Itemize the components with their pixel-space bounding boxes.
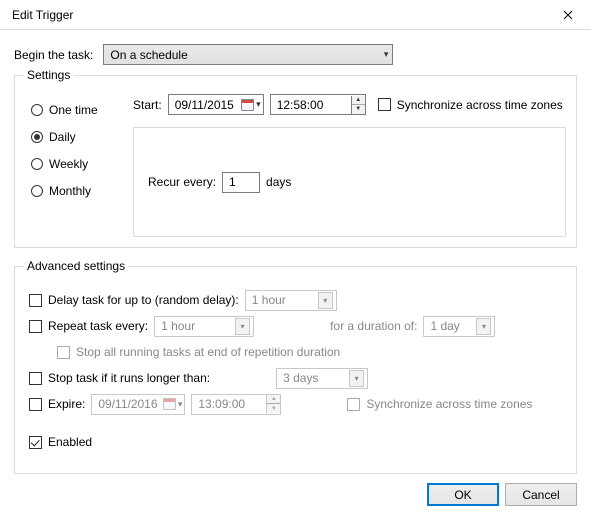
radio-daily[interactable]: Daily	[31, 123, 121, 150]
recur-label-after: days	[266, 175, 291, 189]
chevron-down-icon: ▾	[178, 399, 183, 410]
repeat-duration-value: 1 day	[430, 319, 459, 333]
repeat-checkbox[interactable]	[29, 320, 42, 333]
cancel-label: Cancel	[522, 488, 559, 502]
expire-sync-checkbox	[347, 398, 360, 411]
enabled-checkbox[interactable]	[29, 436, 42, 449]
chevron-down-icon: ▾	[384, 49, 389, 60]
cancel-button[interactable]: Cancel	[505, 483, 577, 506]
expire-date-picker[interactable]: 09/11/2016 ▾	[91, 394, 185, 415]
radio-weekly[interactable]: Weekly	[31, 150, 121, 177]
repeat-interval-combo[interactable]: 1 hour ▾	[154, 316, 254, 337]
window-title: Edit Trigger	[12, 8, 545, 22]
delay-checkbox[interactable]	[29, 294, 42, 307]
settings-group: Settings One time Daily Weekly Monthly	[14, 75, 577, 248]
radio-icon	[31, 104, 43, 116]
settings-legend: Settings	[23, 68, 74, 82]
delay-label: Delay task for up to (random delay):	[48, 293, 239, 307]
chevron-down-icon: ▾	[349, 370, 364, 387]
recur-value: 1	[229, 175, 236, 189]
repeat-duration-combo[interactable]: 1 day ▾	[423, 316, 495, 337]
repeat-stop-label: Stop all running tasks at end of repetit…	[76, 345, 340, 359]
radio-label: Monthly	[49, 184, 91, 198]
repeat-duration-label: for a duration of:	[330, 319, 417, 333]
start-date-value: 09/11/2015	[175, 98, 234, 112]
start-time-spinner[interactable]: 12:58:00 ▲ ▼	[270, 94, 366, 115]
ok-button[interactable]: OK	[427, 483, 499, 506]
begin-task-value: On a schedule	[110, 48, 187, 62]
advanced-group: Advanced settings Delay task for up to (…	[14, 266, 577, 474]
expire-time-value: 13:09:00	[198, 397, 245, 411]
stop-value: 3 days	[283, 371, 318, 385]
sync-tz-label: Synchronize across time zones	[397, 98, 563, 112]
chevron-down-icon: ▾	[318, 292, 333, 309]
stop-label: Stop task if it runs longer than:	[48, 371, 210, 385]
radio-label: One time	[49, 103, 98, 117]
titlebar: Edit Trigger	[0, 0, 591, 30]
close-button[interactable]	[545, 0, 591, 30]
stop-checkbox[interactable]	[29, 372, 42, 385]
enabled-label: Enabled	[48, 435, 92, 449]
radio-label: Daily	[49, 130, 76, 144]
start-time-value: 12:58:00	[277, 98, 324, 112]
radio-icon	[31, 131, 43, 143]
start-label: Start:	[133, 98, 162, 112]
radio-one-time[interactable]: One time	[31, 96, 121, 123]
sync-tz-checkbox[interactable]	[378, 98, 391, 111]
radio-icon	[31, 185, 43, 197]
expire-checkbox[interactable]	[29, 398, 42, 411]
chevron-down-icon: ▾	[256, 99, 261, 110]
calendar-icon	[241, 99, 254, 111]
expire-sync-label: Synchronize across time zones	[366, 397, 532, 411]
recur-value-input[interactable]: 1	[222, 172, 260, 193]
stop-combo[interactable]: 3 days ▾	[276, 368, 368, 389]
spin-down-icon[interactable]: ▼	[351, 105, 365, 114]
advanced-legend: Advanced settings	[23, 259, 129, 273]
expire-time-spinner[interactable]: 13:09:00 ▲ ▼	[191, 394, 281, 415]
spin-up-icon[interactable]: ▲	[351, 96, 365, 105]
begin-task-select[interactable]: On a schedule ▾	[103, 44, 393, 65]
chevron-down-icon: ▾	[235, 318, 250, 335]
repeat-label: Repeat task every:	[48, 319, 148, 333]
begin-task-label: Begin the task:	[14, 48, 95, 62]
start-date-picker[interactable]: 09/11/2015 ▾	[168, 94, 264, 115]
recur-label-before: Recur every:	[148, 175, 216, 189]
expire-label: Expire:	[48, 397, 85, 411]
radio-label: Weekly	[49, 157, 88, 171]
spin-up-icon: ▲	[266, 395, 280, 404]
spin-down-icon: ▼	[266, 404, 280, 413]
expire-date-value: 09/11/2016	[98, 397, 157, 411]
calendar-icon	[163, 398, 176, 410]
repeat-interval-value: 1 hour	[161, 319, 195, 333]
ok-label: OK	[454, 488, 471, 502]
radio-monthly[interactable]: Monthly	[31, 177, 121, 204]
schedule-radio-group: One time Daily Weekly Monthly	[25, 90, 121, 237]
radio-icon	[31, 158, 43, 170]
chevron-down-icon: ▾	[476, 318, 491, 335]
delay-value: 1 hour	[252, 293, 286, 307]
close-icon	[563, 10, 573, 20]
recurrence-panel: Recur every: 1 days	[133, 127, 566, 237]
repeat-stop-checkbox	[57, 346, 70, 359]
delay-combo[interactable]: 1 hour ▾	[245, 290, 337, 311]
